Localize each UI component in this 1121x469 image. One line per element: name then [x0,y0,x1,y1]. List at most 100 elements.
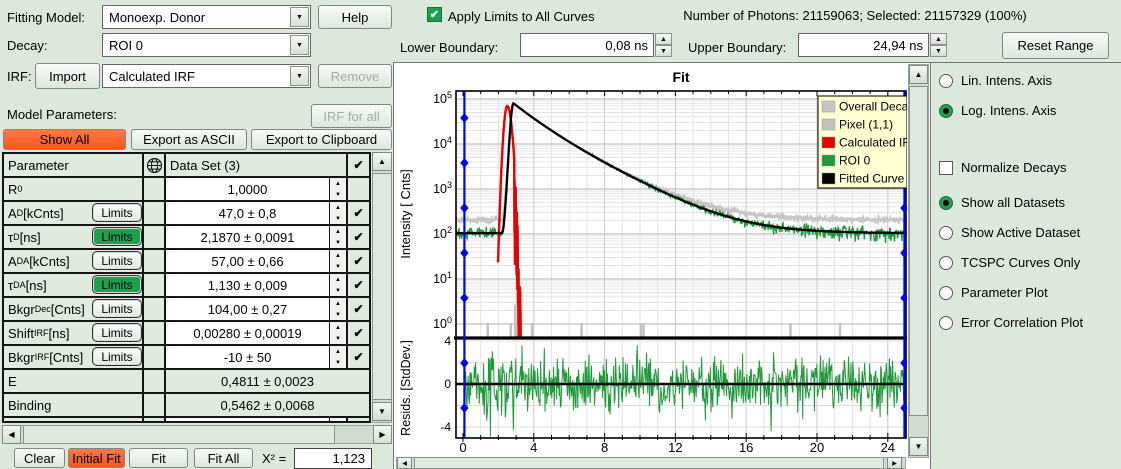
param-row: τD[ns]Limits2,1870 ± 0,0091▲▼✔ [4,226,369,250]
value-spinner[interactable]: ▲▼ [330,178,348,200]
param-value[interactable]: -10 ± 50 [166,346,330,368]
chevron-down-icon[interactable]: ▼ [290,35,309,55]
param-value[interactable]: 2,1870 ± 0,0091 [166,226,330,248]
limits-button[interactable]: Limits [92,299,142,318]
upper-boundary-input[interactable]: 24,94 ns [798,33,929,57]
decay-dropdown[interactable]: ROI 0 ▼ [102,33,311,57]
radio-icon[interactable] [939,104,953,118]
plot-hscroll-thumb[interactable] [414,457,884,469]
row-checkbox[interactable]: ✔ [348,346,369,368]
param-name [4,418,144,423]
param-value[interactable] [166,418,330,423]
show-all-button[interactable]: Show All [3,129,126,150]
clear-button[interactable]: Clear [14,448,65,468]
value-spinner[interactable]: ▲▼ [330,202,348,224]
help-button[interactable]: Help [318,5,392,29]
photons-info: Number of Photons: 21159063; Selected: 2… [640,8,1070,23]
param-row: ShiftIRF[ns]Limits0,00280 ± 0,00019▲▼✔ [4,322,369,346]
plot-vscroll-thumb[interactable] [909,86,928,416]
row-checkbox[interactable]: ✔ [348,250,369,272]
lower-boundary-spinner[interactable]: ▲▼ [655,33,672,57]
param-value[interactable]: 47,0 ± 0,8 [166,202,330,224]
radio-icon[interactable] [939,316,953,330]
plot-scroll-left-icon[interactable]: ◀ [397,457,412,469]
checkbox-icon[interactable] [939,161,953,175]
fitting-model-dropdown[interactable]: Monoexp. Donor ▼ [102,5,311,29]
initial-fit-button[interactable]: Initial Fit [68,448,125,468]
limits-button[interactable]: Limits [92,251,142,270]
option-lin-intens-axis[interactable]: Lin. Intens. Axis [939,73,1052,88]
row-checkbox[interactable] [348,418,369,423]
plot-scroll-down-icon[interactable]: ▼ [909,437,928,456]
irf-for-all-button[interactable]: IRF for all [311,104,392,128]
dataset-column-header: Data Set (3) [166,154,348,176]
radio-icon[interactable] [939,256,953,270]
apply-limits-checkbox[interactable]: ✔ [427,7,442,22]
param-value[interactable]: 1,0000 [166,178,330,200]
limits-button[interactable]: Limits [92,347,142,366]
reset-range-button[interactable]: Reset Range [1002,32,1109,59]
radio-icon[interactable] [939,74,953,88]
option-tcspc-curves-only[interactable]: TCSPC Curves Only [939,255,1080,270]
svg-text:102: 102 [433,225,452,241]
table-hscroll-thumb[interactable] [23,425,335,444]
value-spinner[interactable]: ▲▼ [330,226,348,248]
chi2-label: X² = [262,451,286,466]
value-spinner[interactable]: ▲▼ [330,322,348,344]
row-checkbox[interactable] [348,178,369,200]
param-value[interactable]: 0,00280 ± 0,00019 [166,322,330,344]
row-checkbox[interactable]: ✔ [348,322,369,344]
upper-boundary-label: Upper Boundary: [688,40,786,55]
radio-icon[interactable] [939,286,953,300]
fit-plot[interactable]: 10010110210310410540-404812162024FitInte… [394,63,907,458]
row-checkbox[interactable]: ✔ [348,274,369,296]
export-ascii-button[interactable]: Export as ASCII [131,129,247,150]
upper-boundary-spinner[interactable]: ▲▼ [930,33,947,57]
table-scroll-up-icon[interactable]: ▲ [372,152,392,171]
param-name: BkgrDec[Cnts]Limits [4,298,144,320]
remove-irf-button[interactable]: Remove [318,64,392,88]
plot-scroll-up-icon[interactable]: ▲ [909,65,928,84]
limits-button[interactable]: Limits [92,323,142,342]
value-spinner[interactable]: ▲▼ [330,274,348,296]
globe-icon[interactable] [144,154,166,176]
param-value[interactable]: 57,00 ± 0,66 [166,250,330,272]
table-scroll-left-icon[interactable]: ◀ [2,425,21,444]
chevron-down-icon[interactable]: ▼ [290,66,309,86]
option-parameter-plot[interactable]: Parameter Plot [939,285,1048,300]
value-spinner[interactable]: ▲▼ [330,346,348,368]
limits-button[interactable]: Limits [92,275,142,294]
param-name: R0 [4,178,144,200]
option-show-active-dataset[interactable]: Show Active Dataset [939,225,1080,240]
option-normalize-decays[interactable]: Normalize Decays [939,160,1066,175]
table-vscroll-thumb[interactable] [372,173,392,400]
chevron-down-icon[interactable]: ▼ [290,7,309,27]
param-value[interactable]: 104,00 ± 0,27 [166,298,330,320]
limits-button[interactable]: Limits [92,227,142,246]
fit-all-button[interactable]: Fit All [194,448,253,468]
plot-scroll-right-icon[interactable]: ▶ [887,457,902,469]
param-value[interactable]: 1,130 ± 0,009 [166,274,330,296]
radio-icon[interactable] [939,226,953,240]
value-spinner[interactable]: ▲▼ [330,298,348,320]
radio-icon[interactable] [939,196,953,210]
option-error-correlation-plot[interactable]: Error Correlation Plot [939,315,1083,330]
irf-dropdown[interactable]: Calculated IRF ▼ [102,64,311,88]
option-show-all-datasets[interactable]: Show all Datasets [939,195,1065,210]
fit-button[interactable]: Fit [129,448,188,468]
header-checkbox[interactable]: ✔ [348,154,369,176]
import-irf-button[interactable]: Import [35,63,100,89]
param-name: Binding [4,394,144,416]
value-spinner[interactable]: ▲▼ [330,250,348,272]
table-scroll-down-icon[interactable]: ▼ [372,402,392,421]
lower-boundary-input[interactable]: 0,08 ns [520,33,654,57]
row-checkbox[interactable]: ✔ [348,226,369,248]
option-log-intens-axis[interactable]: Log. Intens. Axis [939,103,1056,118]
value-spinner[interactable]: ▲▼ [330,418,348,423]
limits-button[interactable]: Limits [92,203,142,222]
table-scroll-right-icon[interactable]: ▶ [373,425,392,444]
row-checkbox[interactable]: ✔ [348,298,369,320]
export-clipboard-button[interactable]: Export to Clipboard [251,129,392,150]
row-checkbox[interactable]: ✔ [348,202,369,224]
option-label: Show Active Dataset [961,225,1080,240]
